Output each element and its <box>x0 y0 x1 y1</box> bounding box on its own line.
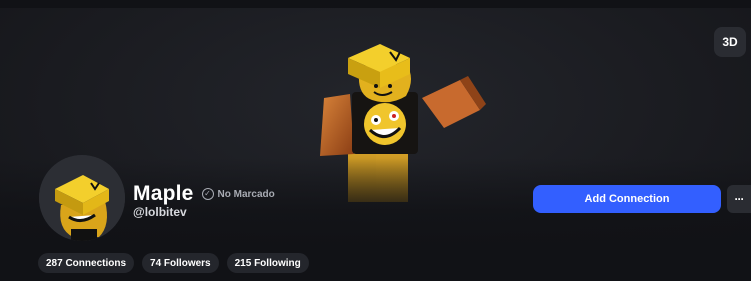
verification-label: No Marcado <box>217 188 275 200</box>
following-count[interactable]: 215 Following <box>226 253 309 273</box>
verification-status: ✓ No Marcado <box>201 188 275 200</box>
add-connection-button[interactable]: Add Connection <box>533 185 721 213</box>
check-circle-icon: ✓ <box>201 188 214 200</box>
avatar-thumbnail[interactable] <box>39 155 125 241</box>
more-options-button[interactable]: ··· <box>727 185 751 213</box>
avatar-headshot-image <box>39 155 125 241</box>
username: @lolbitev <box>133 205 187 219</box>
name-row: Maple ✓ No Marcado <box>133 182 275 206</box>
view-3d-toggle-button[interactable]: 3D <box>714 27 746 57</box>
avatar-stage <box>0 8 751 281</box>
display-name: Maple <box>133 182 194 205</box>
followers-count[interactable]: 74 Followers <box>142 253 219 273</box>
connections-count[interactable]: 287 Connections <box>38 253 135 273</box>
profile-stats: 287 Connections 74 Followers 215 Followi… <box>38 253 309 273</box>
